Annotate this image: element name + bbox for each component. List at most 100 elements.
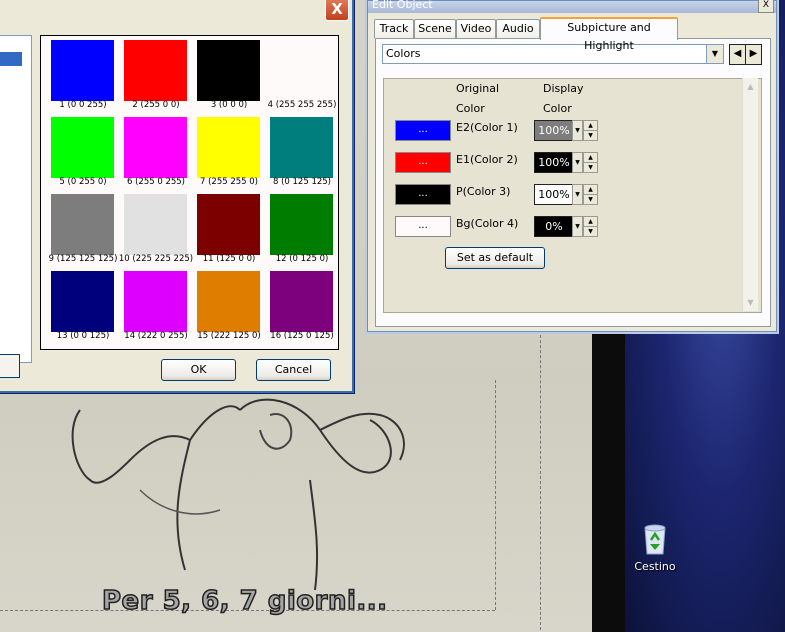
previous-arrow-button[interactable]: ◀ — [729, 44, 746, 65]
color-3-display-value[interactable]: 100% — [534, 184, 574, 205]
color-3-display-dropdown[interactable]: ▼ — [572, 184, 583, 205]
tab-scene[interactable]: Scene — [414, 19, 456, 38]
color-swatch-5[interactable]: 5 (0 255 0) — [41, 113, 115, 189]
color-2-spinner[interactable]: ▲ ▼ — [583, 152, 598, 173]
color-4-spinner[interactable]: ▲ ▼ — [583, 216, 598, 237]
color-1-display-dropdown[interactable]: ▼ — [572, 120, 583, 141]
color-swatch-13[interactable]: 13 (0 0 125) — [41, 267, 115, 343]
color-list-selection — [0, 52, 22, 66]
color-1-label: E2(Color 1) — [456, 121, 518, 134]
color-3-picker-button[interactable]: ... — [395, 184, 451, 205]
swatch-color-box — [197, 271, 260, 332]
color-swatch-10[interactable]: 10 (225 225 225) — [114, 190, 193, 266]
color-swatch-14[interactable]: 14 (222 0 255) — [114, 267, 188, 343]
swatch-label: 9 (125 125 125) — [48, 254, 118, 264]
cancel-button[interactable]: Cancel — [256, 359, 331, 381]
color-swatch-1[interactable]: 1 (0 0 255) — [41, 36, 115, 112]
color-4-picker-button[interactable]: ... — [395, 216, 451, 237]
swatch-label: 13 (0 0 125) — [56, 331, 110, 341]
colors-dropdown[interactable]: Colors ▼ — [382, 44, 724, 64]
swatch-color-box — [197, 40, 260, 101]
color-swatch-15[interactable]: 15 (222 125 0) — [187, 267, 261, 343]
color-4-display-dropdown[interactable]: ▼ — [572, 216, 583, 237]
tab-audio[interactable]: Audio — [496, 19, 540, 38]
color-1-picker-button[interactable]: ... — [395, 120, 451, 141]
color-2-label: E1(Color 2) — [456, 153, 518, 166]
colors-dropdown-value: Colors — [386, 47, 421, 60]
display-header-line1: Display — [543, 82, 584, 95]
ok-button[interactable]: OK — [161, 359, 236, 381]
tab-subpicture-and-highlight[interactable]: Subpicture and Highlight — [540, 17, 678, 52]
swatch-label: 10 (225 225 225) — [118, 254, 194, 264]
swatch-color-box — [51, 40, 114, 101]
edit-object-close-button[interactable]: X — [758, 0, 774, 13]
swatch-color-box — [124, 194, 187, 255]
recycle-bin-label: Cestino — [634, 560, 676, 573]
swatch-label: 3 (0 0 0) — [210, 100, 248, 110]
swatch-label: 8 (0 125 125) — [272, 177, 331, 187]
color-swatch-9[interactable]: 9 (125 125 125) — [41, 190, 117, 266]
color-swatch-12[interactable]: 12 (0 125 0) — [260, 190, 334, 266]
swatch-color-box — [124, 117, 187, 178]
color-3-spinner[interactable]: ▲ ▼ — [583, 184, 598, 205]
next-arrow-button[interactable]: ▶ — [745, 44, 762, 65]
tab-track[interactable]: Track — [374, 19, 414, 38]
color-4-display-value[interactable]: 0% — [534, 216, 574, 237]
swatch-color-box — [270, 117, 333, 178]
chevron-down-icon[interactable]: ▼ — [706, 45, 723, 63]
vertical-scrollbar[interactable]: ▲ ▼ — [742, 78, 758, 311]
swatch-label: 16 (125 0 125) — [270, 331, 334, 341]
sketch-drawing — [71, 398, 405, 590]
close-button[interactable]: X — [325, 0, 349, 21]
color-2-display-value[interactable]: 100% — [534, 152, 574, 173]
swatch-color-box — [270, 271, 333, 332]
color-1-spinner[interactable]: ▲ ▼ — [583, 120, 598, 141]
set-as-default-button[interactable]: Set as default — [445, 247, 545, 269]
swatch-label: 7 (255 255 0) — [199, 177, 258, 187]
color-swatch-8[interactable]: 8 (0 125 125) — [260, 113, 334, 189]
edit-object-title: Edit Object — [372, 0, 433, 11]
scroll-down-icon[interactable]: ▼ — [744, 296, 757, 309]
scroll-up-icon[interactable]: ▲ — [744, 80, 757, 93]
subtitle-text: Per 5, 6, 7 giorni... — [101, 585, 388, 617]
color-2-picker-button[interactable]: ... — [395, 152, 451, 173]
swatch-label: 12 (0 125 0) — [275, 254, 329, 264]
partial-button[interactable] — [0, 354, 20, 378]
safe-area-guide-vertical — [540, 330, 541, 630]
swatch-color-box — [51, 117, 114, 178]
swatch-label: 11 (125 0 0) — [202, 254, 256, 264]
recycle-bin-icon — [644, 524, 666, 555]
color-swatch-16[interactable]: 16 (125 0 125) — [260, 267, 334, 343]
color-2-display-dropdown[interactable]: ▼ — [572, 152, 583, 173]
swatch-color-box — [197, 117, 260, 178]
swatch-label: 6 (255 0 255) — [126, 177, 185, 187]
original-header-line2: Color — [456, 102, 485, 115]
color-swatch-6[interactable]: 6 (255 0 255) — [114, 113, 188, 189]
color-list-panel[interactable] — [0, 35, 32, 363]
color-swatch-11[interactable]: 11 (125 0 0) — [187, 190, 261, 266]
color-swatch-4[interactable]: 4 (255 255 255) — [260, 36, 336, 112]
swatch-label: 1 (0 0 255) — [59, 100, 107, 110]
color-1-display-value[interactable]: 100% — [534, 120, 574, 141]
display-header-line2: Color — [543, 102, 572, 115]
original-header-line1: Original — [456, 82, 500, 95]
swatch-label: 15 (222 125 0) — [197, 331, 261, 341]
color-4-label: Bg(Color 4) — [456, 217, 519, 230]
tab-video[interactable]: Video — [456, 19, 496, 38]
video-letterbox — [592, 330, 625, 632]
edit-object-titlebar: Edit Object X — [368, 0, 776, 13]
swatch-color-box — [124, 271, 187, 332]
swatch-grid: 1 (0 0 255) 2 (255 0 0) 3 (0 0 0) 4 (255 25… — [40, 35, 339, 350]
color-3-label: P(Color 3) — [456, 185, 511, 198]
swatch-color-box — [270, 40, 333, 101]
recycle-bin[interactable]: Cestino — [630, 520, 680, 573]
color-swatch-2[interactable]: 2 (255 0 0) — [114, 36, 188, 112]
swatch-label: 4 (255 255 255) — [267, 100, 337, 110]
color-swatch-3[interactable]: 3 (0 0 0) — [187, 36, 261, 112]
color-swatch-7[interactable]: 7 (255 255 0) — [187, 113, 261, 189]
swatch-color-box — [270, 194, 333, 255]
swatch-color-box — [51, 271, 114, 332]
swatch-color-box — [197, 194, 260, 255]
swatch-label: 2 (255 0 0) — [132, 100, 180, 110]
swatch-color-box — [51, 194, 114, 255]
